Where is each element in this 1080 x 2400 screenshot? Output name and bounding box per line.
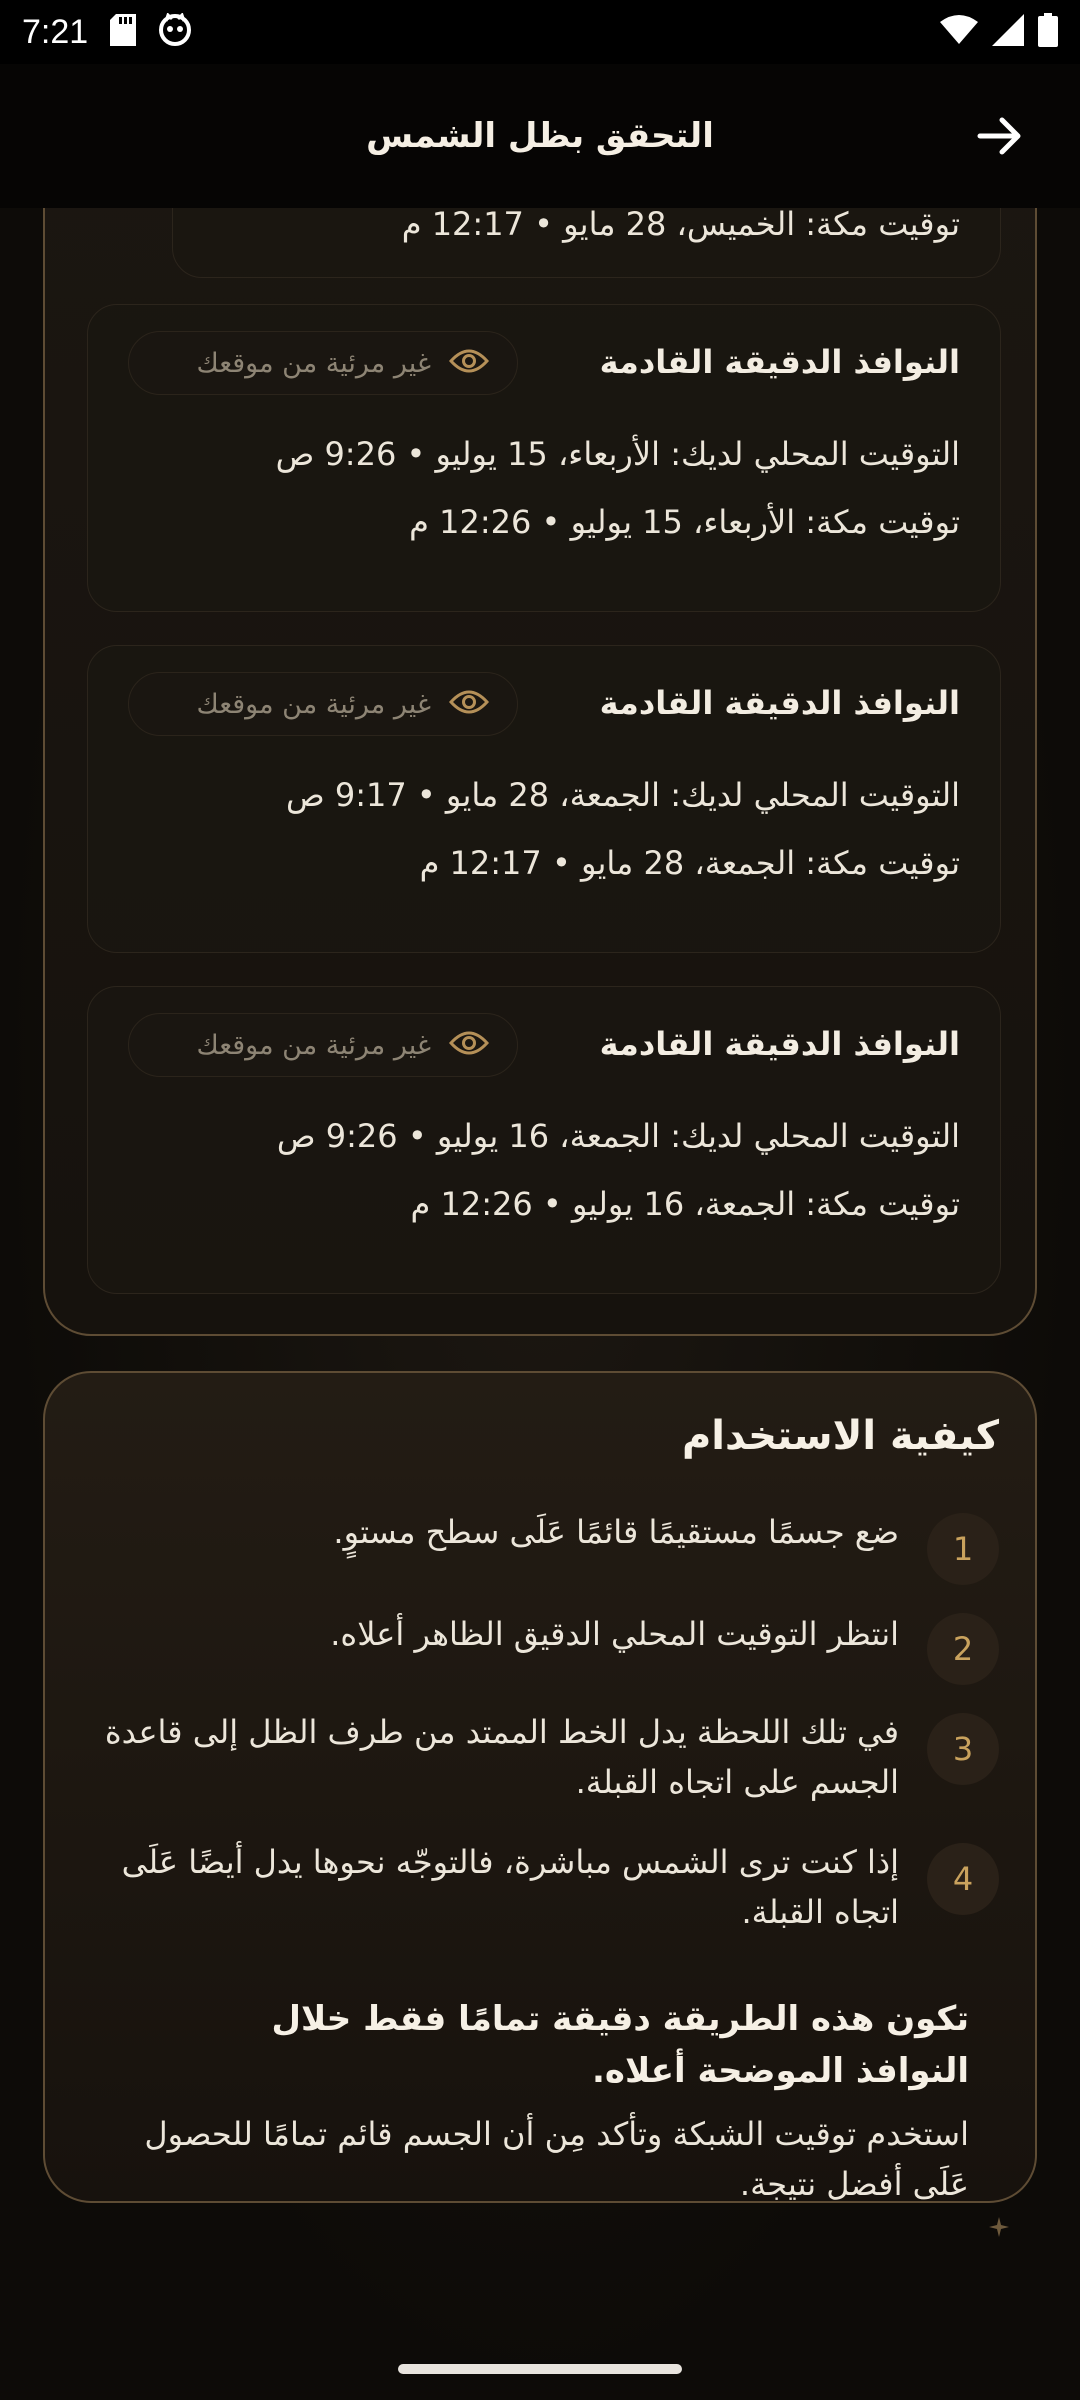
step-number: 3 [927,1713,999,1785]
status-right [940,13,1058,51]
status-time: 7:21 [22,12,89,51]
battery-icon [1038,13,1058,51]
local-time-line: التوقيت المحلي لديك: الأربعاء، 15 يوليو … [275,435,960,473]
eye-icon [448,347,490,379]
step-text: انتظر التوقيت المحلي الدقيق الظاهر أعلاه… [330,1615,899,1653]
accuracy-note: تكون هذه الطريقة دقيقة تمامًا فقط خلال ا… [271,1999,969,2091]
signal-icon [992,14,1024,50]
app-header: التحقق بظل الشمس [0,64,1080,208]
eye-icon [448,688,490,720]
window-card-partial: توقيت مكة: الخميس، 28 مايو • 12:17 م [172,208,1001,278]
step-number: 4 [927,1843,999,1915]
window-card: النوافذ الدقيقة القادمة غير مرئية من موق… [87,304,1001,612]
mecca-time-line: توقيت مكة: الأربعاء، 15 يوليو • 12:26 م [409,503,960,541]
visibility-text: غير مرئية من موقعك [196,1029,431,1061]
howto-card: كيفية الاستخدام 1 ضع جسمًا مستقيمًا قائم… [43,1371,1037,2237]
eye-icon [448,1029,490,1061]
step-item: 4 إذا كنت ترى الشمس مباشرة، فالتوجّه نحو… [81,1843,999,1943]
mecca-time-line: توقيت مكة: الجمعة، 28 مايو • 12:17 م [419,844,960,882]
step-text: في تلك اللحظة يدل الخط الممتد من طرف الظ… [104,1713,899,1801]
local-time-line: التوقيت المحلي لديك: الجمعة، 16 يوليو • … [276,1117,960,1155]
step-item: 1 ضع جسمًا مستقيمًا قائمًا عَلَى سطح مست… [81,1513,999,1585]
step-text: ضع جسمًا مستقيمًا قائمًا عَلَى سطح مستوٍ… [333,1513,899,1551]
wifi-icon [940,14,978,50]
cat-face-icon [158,12,192,51]
visibility-text: غير مرئية من موقعك [196,688,431,720]
back-arrow-icon[interactable] [974,110,1026,162]
home-indicator[interactable] [398,2364,682,2374]
sparkle-icon [989,2217,1009,2241]
howto-title: كيفية الاستخدام [681,1413,999,1459]
sd-card-icon [110,14,137,50]
step-number: 1 [927,1513,999,1585]
visibility-text: غير مرئية من موقعك [196,347,431,379]
step-item: 2 انتظر التوقيت المحلي الدقيق الظاهر أعل… [81,1613,999,1685]
visibility-badge: غير مرئية من موقعك [128,1013,518,1077]
window-card: النوافذ الدقيقة القادمة غير مرئية من موق… [87,645,1001,953]
status-bar: 7:21 [0,0,1080,64]
page-title: التحقق بظل الشمس [366,116,714,156]
app-root: 7:21 التحقق بظل الشمس توقيت مكة: الخميس،… [0,0,1080,2400]
visibility-badge: غير مرئية من موقعك [128,672,518,736]
step-item: 3 في تلك اللحظة يدل الخط الممتد من طرف ا… [81,1713,999,1813]
mecca-time-line: توقيت مكة: الجمعة، 16 يوليو • 12:26 م [410,1185,960,1223]
window-card-title: النوافذ الدقيقة القادمة [599,684,960,722]
step-text: إذا كنت ترى الشمس مباشرة، فالتوجّه نحوها… [121,1843,899,1931]
window-card: النوافذ الدقيقة القادمة غير مرئية من موق… [87,986,1001,1294]
visibility-badge: غير مرئية من موقعك [128,331,518,395]
scroll-content[interactable]: توقيت مكة: الخميس، 28 مايو • 12:17 م الن… [0,208,1080,2400]
window-card-title: النوافذ الدقيقة القادمة [599,1025,960,1063]
window-card-title: النوافذ الدقيقة القادمة [599,343,960,381]
status-left: 7:21 [22,12,192,52]
mecca-time-line: توقيت مكة: الخميس، 28 مايو • 12:17 م [401,208,960,243]
usage-tip: استخدم توقيت الشبكة وتأكد مِن أن الجسم ق… [144,2115,969,2203]
step-number: 2 [927,1613,999,1685]
local-time-line: التوقيت المحلي لديك: الجمعة، 28 مايو • 9… [285,776,960,814]
